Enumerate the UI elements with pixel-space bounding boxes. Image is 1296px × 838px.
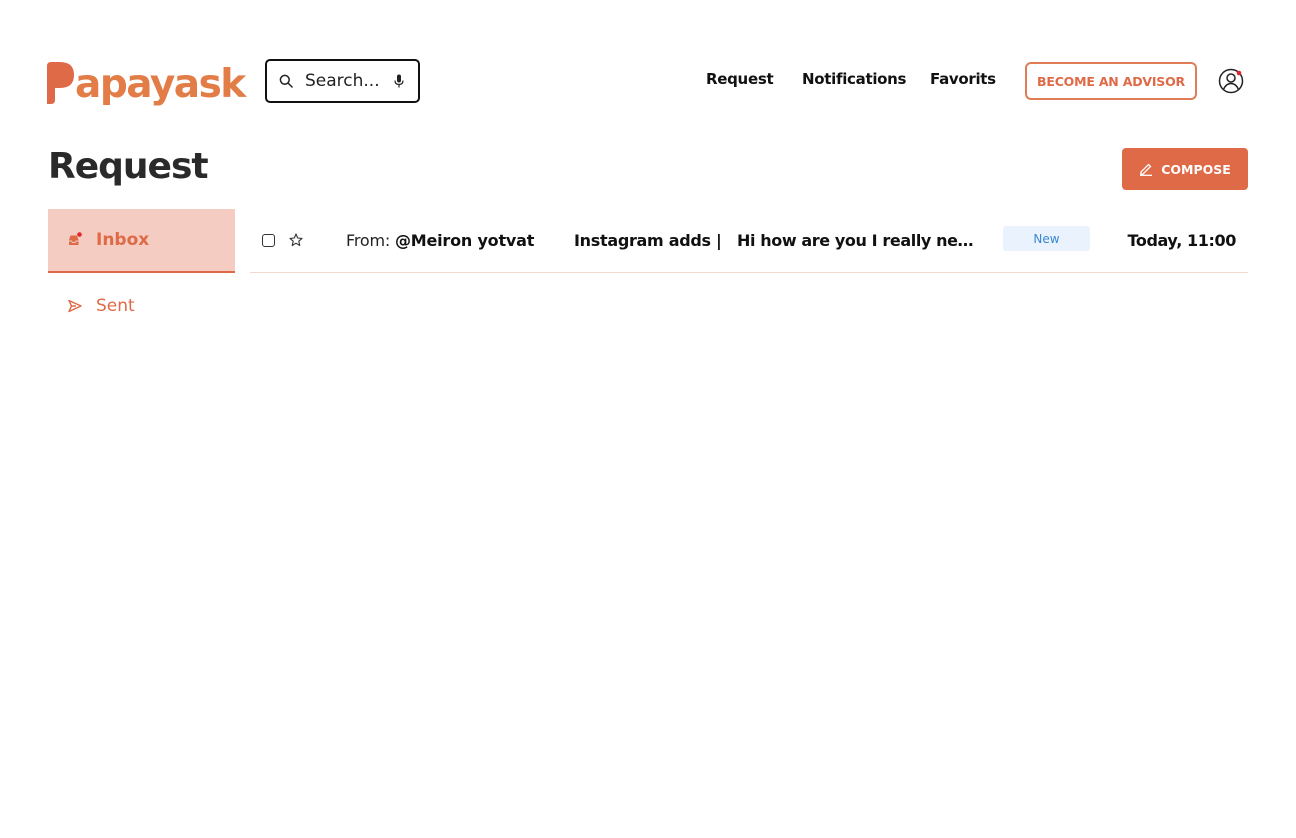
logo-p-mark	[47, 62, 74, 104]
search-input[interactable]	[305, 71, 385, 91]
sidebar-item-label: Sent	[96, 296, 135, 316]
pencil-icon	[1139, 162, 1153, 176]
user-circle-icon[interactable]	[1218, 68, 1244, 94]
message-checkbox[interactable]	[262, 234, 275, 247]
sender-name: @Meiron yotvat	[394, 231, 535, 250]
nav-request-link[interactable]: Request	[706, 70, 774, 92]
search-box[interactable]	[265, 59, 420, 103]
search-icon	[279, 73, 295, 89]
compose-label: COMPOSE	[1161, 161, 1231, 177]
star-icon[interactable]	[289, 233, 303, 247]
send-icon	[67, 298, 83, 314]
message-preview: Hi how are you I really need help with	[737, 231, 981, 250]
message-row[interactable]: From: @Meiron yotvat Instagram adds | Hi…	[250, 209, 1248, 273]
sidebar-item-label: Inbox	[96, 230, 150, 250]
sidebar-item-inbox[interactable]: Inbox	[48, 209, 235, 273]
message-subject: Instagram adds |	[574, 231, 722, 250]
inbox-icon	[67, 232, 83, 248]
become-advisor-button[interactable]: BECOME AN ADVISOR	[1025, 62, 1197, 100]
microphone-icon[interactable]	[392, 73, 406, 89]
papayask-logo[interactable]: apayask	[47, 58, 246, 107]
nav-notifications-link[interactable]: Notifications	[802, 70, 906, 92]
page-title: Request	[48, 146, 209, 187]
logo-wordmark: apayask	[75, 62, 246, 107]
sender-prefix: From:	[346, 231, 391, 250]
message-time: Today, 11:00	[1127, 231, 1236, 250]
compose-button[interactable]: COMPOSE	[1122, 148, 1248, 190]
nav-favorits-link[interactable]: Favorits	[930, 70, 996, 92]
status-badge: New	[1003, 226, 1090, 251]
sidebar-item-sent[interactable]: Sent	[48, 286, 235, 326]
message-sender: From: @Meiron yotvat	[346, 231, 534, 250]
